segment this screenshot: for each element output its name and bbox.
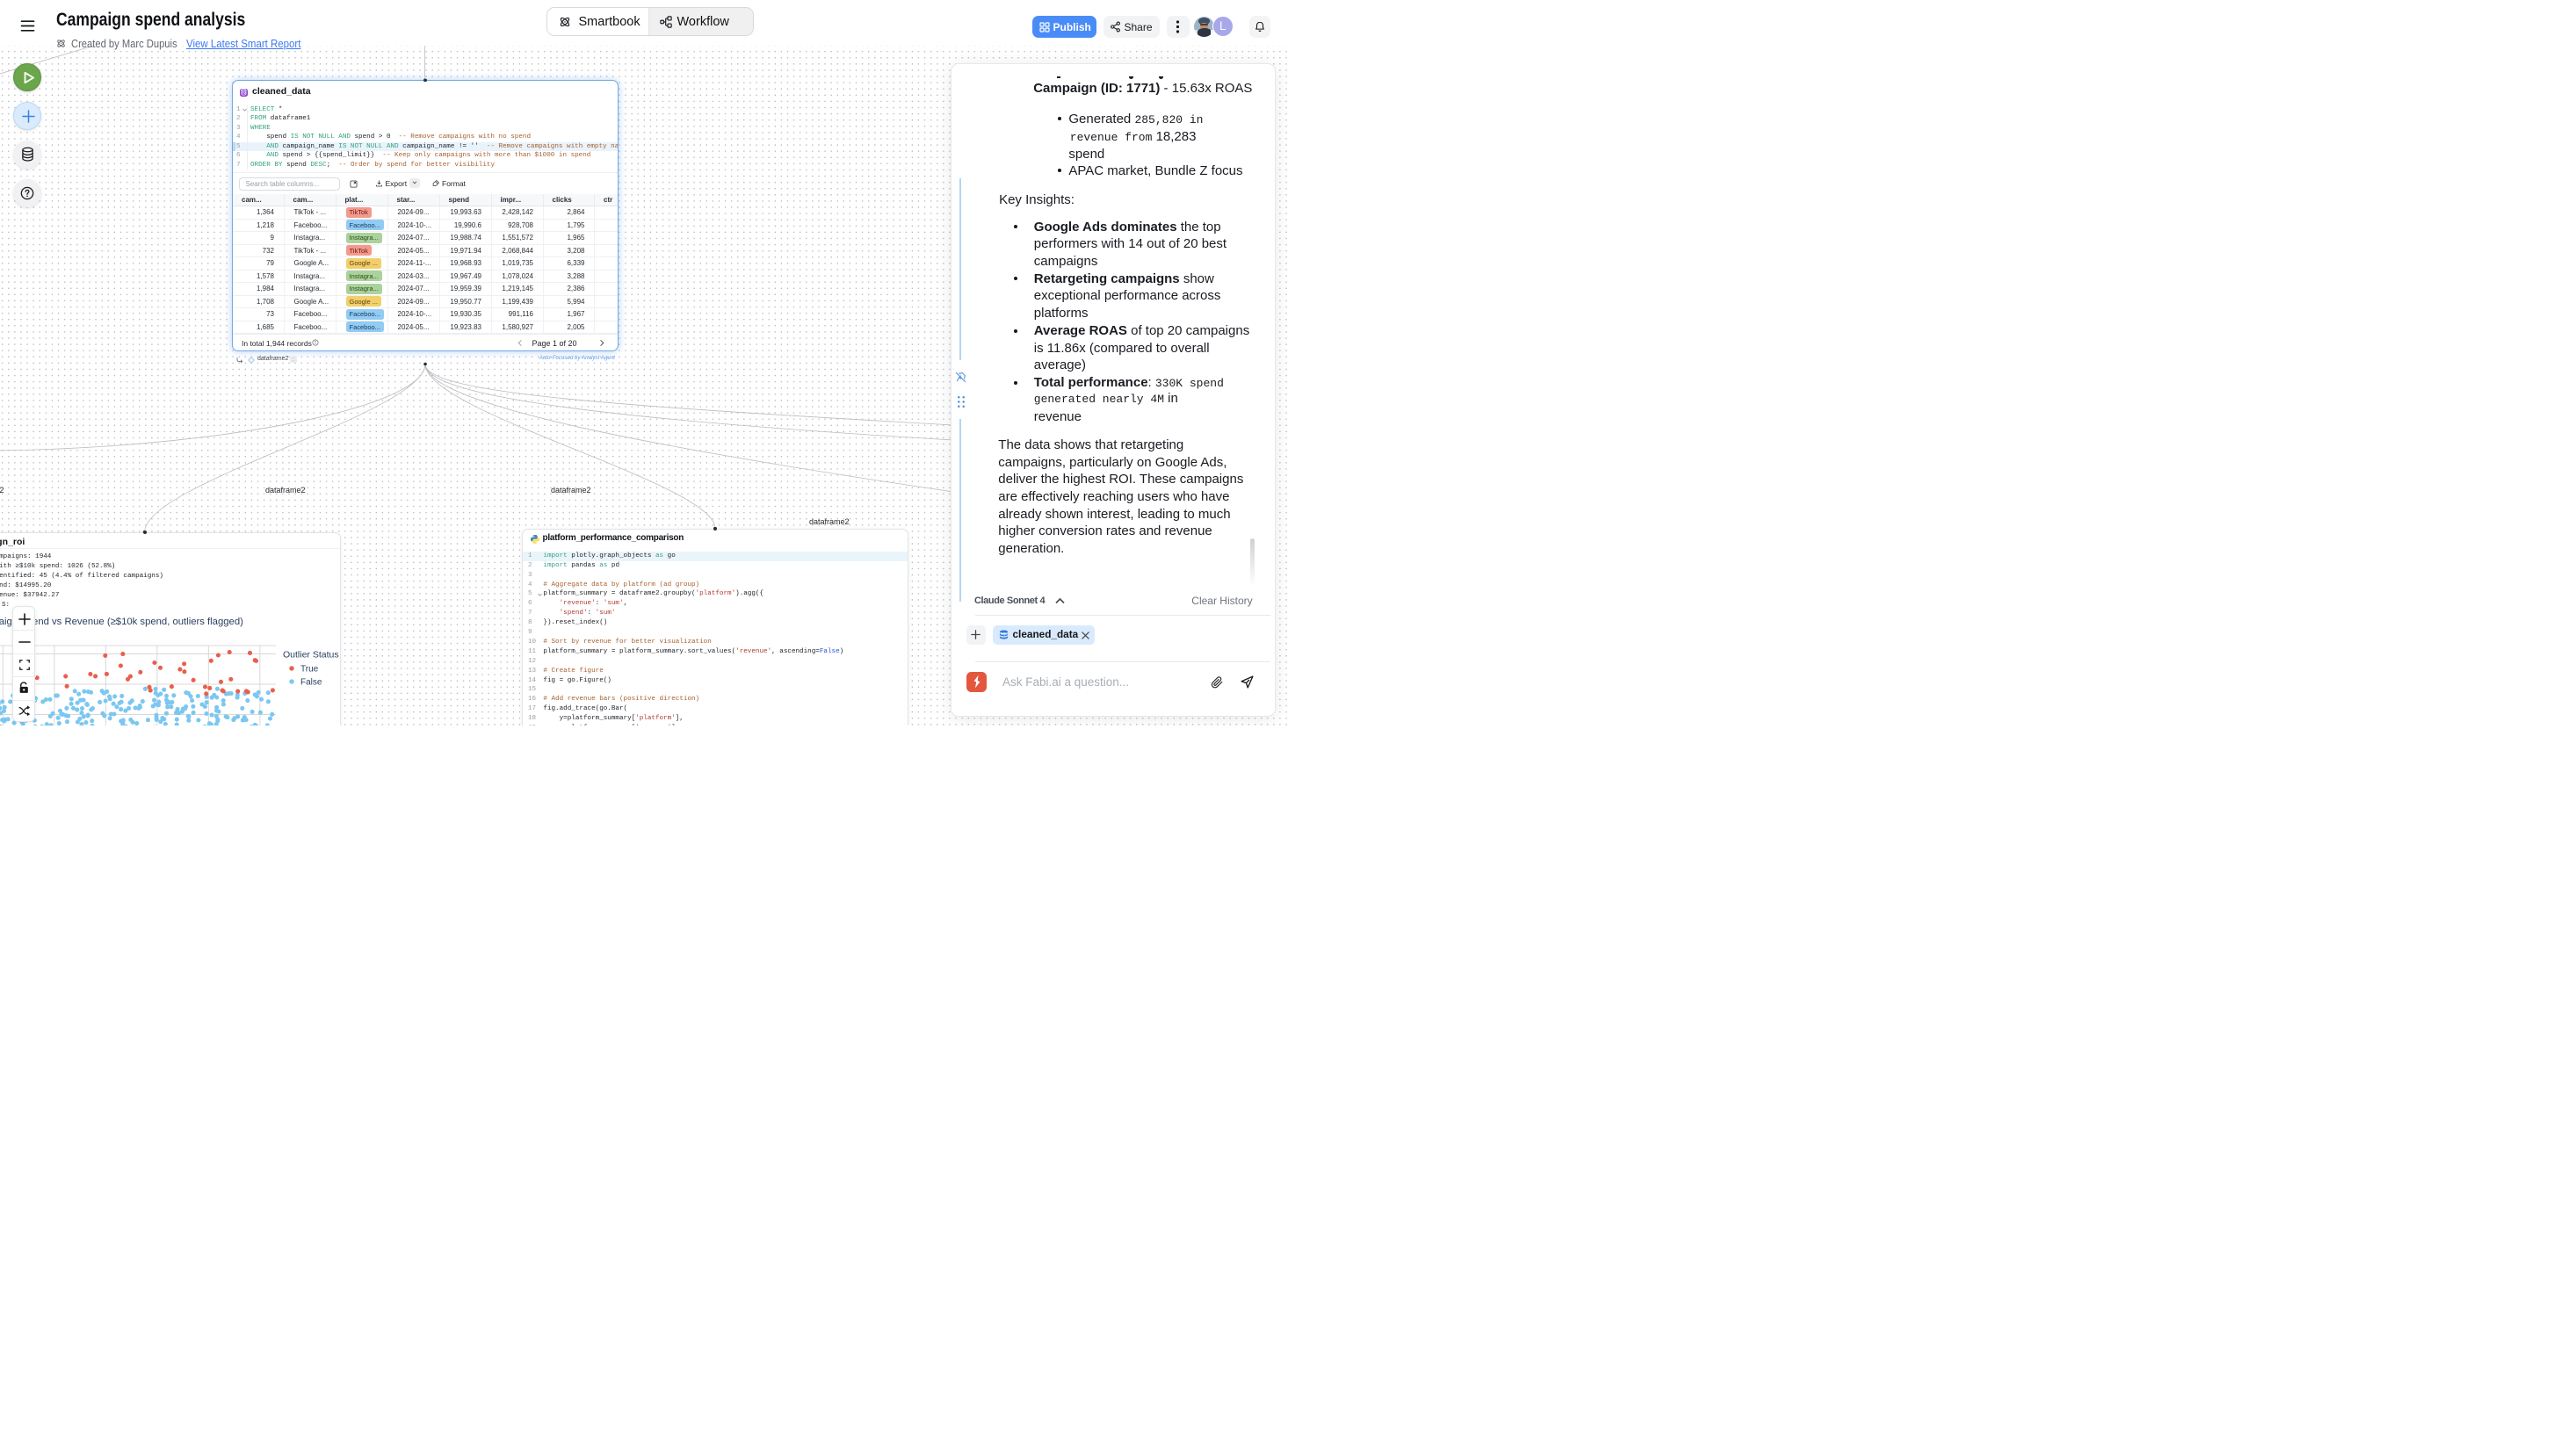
svg-text:True: True: [300, 664, 319, 674]
svg-text:False: False: [300, 677, 322, 687]
svg-text:Outlier Status: Outlier Status: [283, 649, 339, 660]
svg-text:SQL: SQL: [1001, 632, 1008, 635]
svg-text:SQL: SQL: [242, 92, 247, 95]
